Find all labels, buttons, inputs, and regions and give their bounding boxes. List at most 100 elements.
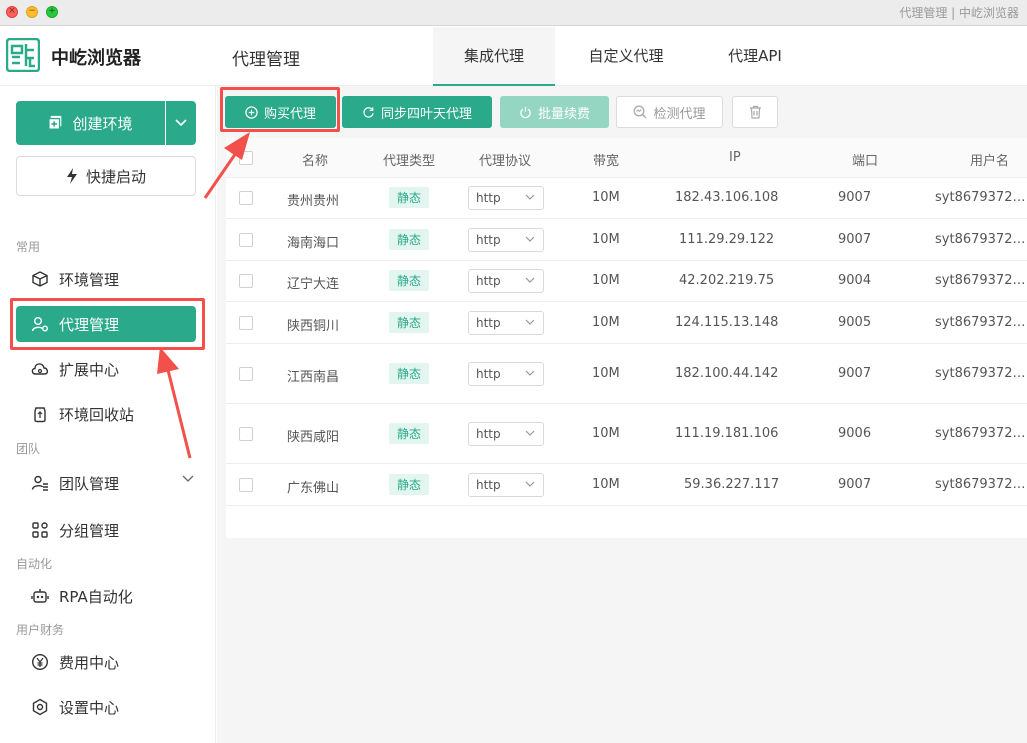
window-maximize-button[interactable]: + [46, 6, 58, 18]
protocol-select[interactable]: http [468, 228, 544, 252]
row-checkbox[interactable] [239, 191, 253, 205]
delete-button[interactable] [732, 96, 778, 128]
sidebar-item-label: 环境管理 [59, 270, 120, 289]
cell-username: syt8679372… [935, 232, 1026, 247]
settings-icon [32, 698, 48, 716]
create-environment-button[interactable]: 创建环境 [16, 101, 165, 145]
close-icon: × [8, 6, 16, 16]
protocol-select-value: http [476, 191, 501, 205]
cell-port: 9005 [838, 315, 872, 330]
protocol-select[interactable]: http [468, 473, 544, 497]
column-header-type: 代理类型 [383, 154, 436, 169]
tab-custom-proxy[interactable]: 自定义代理 [566, 27, 686, 86]
protocol-select[interactable]: http [468, 269, 544, 293]
cell-bandwidth: 10M [592, 366, 620, 381]
app-logo-icon [6, 38, 40, 72]
create-environment-dropdown[interactable] [166, 101, 196, 145]
table-row[interactable]: 广东佛山 静态 http 10M 59.36.227.117 9007 syt8… [226, 464, 1027, 506]
row-checkbox[interactable] [239, 427, 253, 441]
table-row[interactable]: 陕西咸阳 静态 http 10M 111.19.181.106 9006 syt… [226, 404, 1027, 464]
proxy-type-badge: 静态 [389, 187, 430, 208]
trash-icon [749, 105, 761, 119]
protocol-select-value: http [476, 427, 501, 441]
proxy-type-badge: 静态 [389, 474, 430, 495]
cell-username: syt8679372… [935, 426, 1026, 441]
maximize-icon: + [48, 6, 56, 16]
proxy-type-badge: 静态 [389, 423, 430, 444]
chevron-down-icon [525, 277, 535, 283]
cell-username: syt8679372… [935, 190, 1026, 205]
chevron-down-icon [525, 319, 535, 325]
create-environment-label: 创建环境 [72, 114, 133, 133]
sidebar-item-environment[interactable]: 环境管理 [16, 261, 196, 297]
cell-username: syt8679372… [935, 477, 1026, 492]
tab-proxy-api[interactable]: 代理API [700, 27, 810, 86]
table-header: 名称 代理类型 代理协议 带宽 IP 端口 用户名 [226, 138, 1027, 178]
sidebar-item-label: 费用中心 [59, 653, 120, 672]
cell-name: 陕西咸阳 [287, 430, 340, 445]
quick-launch-button[interactable]: 快捷启动 [16, 156, 196, 196]
protocol-select-value: http [476, 478, 501, 492]
sidebar-item-label: 设置中心 [59, 698, 120, 717]
main-content: 购买代理 同步四叶天代理 批量续费 检测代理 名称 代理类型 代理协议 带宽 I… [217, 86, 1027, 743]
recycle-bin-icon [34, 407, 46, 423]
sidebar-item-recycle-bin[interactable]: 环境回收站 [16, 396, 196, 432]
sidebar-item-label: 环境回收站 [59, 405, 135, 424]
sidebar-item-rpa[interactable]: RPA自动化 [16, 578, 196, 614]
window-minimize-button[interactable]: − [26, 6, 38, 18]
section-label-automation: 自动化 [16, 557, 53, 571]
sidebar-item-label: 扩展中心 [59, 360, 120, 379]
section-label-common: 常用 [16, 240, 41, 254]
protocol-select[interactable]: http [468, 186, 544, 210]
protocol-select[interactable]: http [468, 311, 544, 335]
power-icon [520, 106, 531, 118]
cell-bandwidth: 10M [592, 315, 620, 330]
sidebar-item-label: 分组管理 [59, 521, 120, 540]
cell-bandwidth: 10M [592, 190, 620, 205]
cell-name: 江西南昌 [287, 370, 340, 385]
chevron-down-icon [182, 475, 194, 482]
select-all-checkbox[interactable] [239, 151, 253, 165]
chevron-down-icon [525, 430, 535, 436]
cube-icon [32, 271, 48, 287]
window-close-button[interactable]: × [6, 6, 18, 18]
app-name: 中屹浏览器 [51, 48, 141, 69]
batch-renew-button[interactable]: 批量续费 [500, 96, 609, 128]
chevron-down-icon [525, 194, 535, 200]
batch-renew-label: 批量续费 [537, 106, 590, 122]
protocol-select-value: http [476, 367, 501, 381]
protocol-select[interactable]: http [468, 422, 544, 446]
tab-integrated-proxy[interactable]: 集成代理 [433, 27, 555, 86]
row-checkbox[interactable] [239, 316, 253, 330]
sync-siyetian-proxy-button[interactable]: 同步四叶天代理 [342, 96, 492, 128]
window-titlebar: × − + 代理管理 | 中屹浏览器 [0, 0, 1027, 26]
cell-port: 9007 [838, 190, 872, 205]
quick-launch-label: 快捷启动 [85, 167, 146, 186]
row-checkbox[interactable] [239, 274, 253, 288]
check-proxy-button[interactable]: 检测代理 [616, 96, 723, 128]
cell-name: 辽宁大连 [287, 277, 340, 292]
row-checkbox[interactable] [239, 233, 253, 247]
table-row[interactable]: 贵州贵州 静态 http 10M 182.43.106.108 9007 syt… [226, 178, 1027, 219]
proxy-table: 名称 代理类型 代理协议 带宽 IP 端口 用户名 贵州贵州 静态 http 1… [226, 138, 1027, 538]
cell-username: syt8679372… [935, 366, 1026, 381]
cell-ip: 182.43.106.108 [675, 190, 779, 205]
table-row[interactable]: 海南海口 静态 http 10M 111.29.29.122 9007 syt8… [226, 219, 1027, 261]
sidebar-item-team[interactable]: 团队管理 [16, 465, 196, 501]
protocol-select[interactable]: http [468, 362, 544, 386]
cell-port: 9004 [838, 273, 872, 288]
sidebar-item-settings[interactable]: 设置中心 [16, 689, 196, 725]
cell-bandwidth: 10M [592, 426, 620, 441]
table-row[interactable]: 江西南昌 静态 http 10M 182.100.44.142 9007 syt… [226, 344, 1027, 404]
row-checkbox[interactable] [239, 367, 253, 381]
page-title: 代理管理 [232, 50, 300, 70]
row-checkbox[interactable] [239, 478, 253, 492]
sidebar-item-extensions[interactable]: 扩展中心 [16, 351, 196, 387]
table-row[interactable]: 辽宁大连 静态 http 10M 42.202.219.75 9004 syt8… [226, 261, 1027, 302]
sidebar-item-billing[interactable]: 费用中心 [16, 644, 196, 680]
cell-ip: 124.115.13.148 [675, 315, 779, 330]
cell-bandwidth: 10M [592, 273, 620, 288]
sidebar-item-group[interactable]: 分组管理 [16, 512, 196, 548]
table-row[interactable]: 陕西铜川 静态 http 10M 124.115.13.148 9005 syt… [226, 302, 1027, 344]
cell-name: 广东佛山 [287, 481, 340, 496]
